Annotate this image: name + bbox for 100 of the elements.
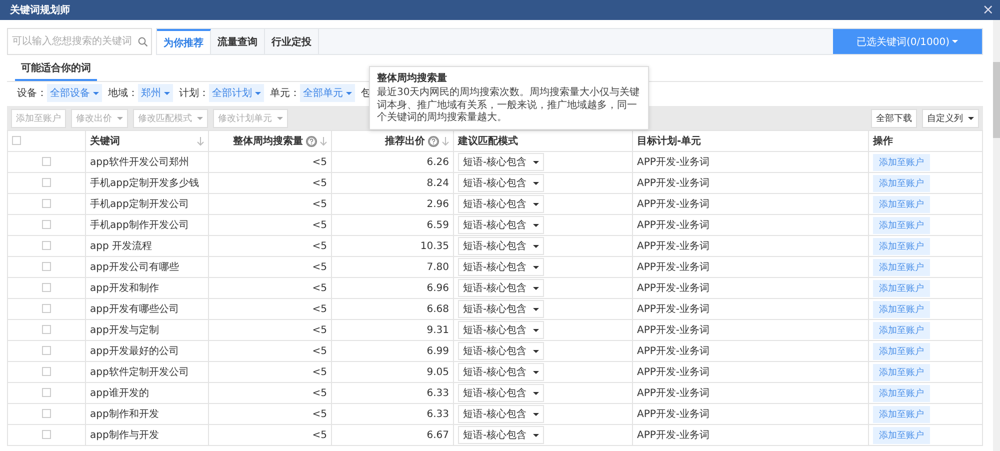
filter-label: 单元： (270, 86, 300, 100)
filter-dropdown[interactable]: 全部单元 (300, 84, 355, 102)
table-cell: app开发和制作 (90, 283, 159, 294)
match-type-dropdown[interactable]: 短语-核心包含 (458, 300, 544, 318)
checkbox[interactable] (42, 388, 51, 398)
table-cell: <5 (312, 408, 327, 420)
table-cell: 6.96 (426, 282, 449, 294)
caret-icon (255, 92, 261, 94)
checkbox[interactable] (42, 220, 51, 230)
add-to-account-button[interactable]: 添加至账户 (873, 238, 930, 254)
caret-icon (532, 370, 539, 374)
column-header: 建议匹配模式 (458, 134, 519, 148)
selected-keywords-button[interactable]: 已选关键词(0/1000) (833, 29, 982, 54)
help-icon[interactable] (428, 136, 439, 146)
table-cell: 6.33 (426, 408, 449, 420)
caret-icon (117, 116, 123, 120)
help-icon[interactable] (306, 136, 317, 146)
add-to-account-button[interactable]: 添加至账户 (873, 342, 930, 360)
table-cell: <5 (312, 240, 327, 252)
search-icon (138, 37, 148, 47)
table-cell: 手机app定制开发多少钱 (90, 178, 199, 189)
table-cell: APP开发-业务词 (637, 241, 710, 252)
table-cell: 6.59 (426, 220, 449, 230)
add-to-account-button[interactable]: 添加至账户 (873, 154, 930, 170)
table-cell: 6.33 (426, 388, 449, 398)
match-type-dropdown[interactable]: 短语-核心包含 (458, 279, 544, 297)
tooltip-title: 整体周均搜索量 (377, 72, 448, 85)
table-cell: <5 (312, 178, 327, 188)
toolbar-button[interactable]: 自定义列 (922, 108, 979, 128)
sort-arrow-icon[interactable] (442, 136, 449, 146)
table-cell: <5 (312, 388, 327, 398)
checkbox[interactable] (42, 325, 51, 334)
toolbar-button[interactable]: 全部下载 (871, 108, 917, 128)
add-to-account-button[interactable]: 添加至账户 (873, 364, 930, 380)
table-cell: APP开发-业务词 (637, 346, 710, 357)
caret-icon (532, 308, 539, 310)
add-to-account-button[interactable]: 添加至账户 (873, 196, 930, 212)
checkbox[interactable] (42, 262, 51, 272)
add-to-account-button[interactable]: 添加至账户 (873, 174, 930, 192)
table-cell: <5 (312, 304, 327, 314)
caret-icon (532, 224, 539, 226)
search-field[interactable]: 可以输入您想搜索的关键词 (7, 28, 152, 55)
add-to-account-button[interactable]: 添加至账户 (873, 406, 930, 422)
table-cell: APP开发-业务词 (637, 178, 710, 189)
checkbox[interactable] (12, 136, 21, 146)
add-to-account-button[interactable]: 添加至账户 (873, 216, 930, 234)
match-type-dropdown[interactable]: 短语-核心包含 (458, 237, 544, 255)
checkbox[interactable] (42, 346, 51, 356)
match-type-dropdown[interactable]: 短语-核心包含 (458, 153, 544, 171)
sort-arrow-icon[interactable] (320, 136, 327, 146)
filter-label: 设备： (17, 87, 47, 100)
add-to-account-button[interactable]: 添加至账户 (873, 258, 930, 276)
match-type-dropdown[interactable]: 短语-核心包含 (458, 384, 544, 402)
match-type-dropdown[interactable]: 短语-核心包含 (458, 216, 544, 234)
table-cell: app制作和开发 (90, 409, 159, 420)
match-type-dropdown[interactable]: 短语-核心包含 (458, 174, 544, 192)
table-cell: 9.31 (426, 324, 449, 336)
table-cell: APP开发-业务词 (637, 430, 710, 441)
table-cell: app开发最好的公司 (90, 346, 179, 357)
checkbox[interactable] (42, 367, 51, 376)
table-cell: app谁开发的 (90, 388, 149, 399)
table-cell: APP开发-业务词 (637, 157, 710, 168)
window-title: 关键词规划师 (10, 4, 70, 17)
checkbox[interactable] (42, 241, 51, 250)
add-to-account-button[interactable]: 添加至账户 (873, 384, 930, 402)
checkbox[interactable] (42, 283, 51, 292)
checkbox[interactable] (42, 157, 51, 166)
table-cell: 9.05 (426, 366, 449, 378)
match-type-dropdown[interactable]: 短语-核心包含 (458, 195, 544, 213)
tooltip-text: 最近30天内网民的周均搜索次数。周均搜索量大小仅与关键词本身、推广地域有关系，一般来说，推广地域越多，同一个关键词的周均搜索量越大。 (377, 87, 641, 124)
table-cell: APP开发-业务词 (637, 409, 710, 420)
match-type-dropdown[interactable]: 短语-核心包含 (458, 321, 544, 339)
checkbox[interactable] (42, 178, 51, 188)
match-type-dropdown[interactable]: 短语-核心包含 (458, 426, 544, 444)
table-cell: app软件定制开发公司 (90, 367, 189, 378)
add-to-account-button[interactable]: 添加至账户 (873, 322, 930, 338)
match-type-dropdown[interactable]: 短语-核心包含 (458, 363, 544, 381)
checkbox[interactable] (42, 199, 51, 208)
table-cell: <5 (312, 346, 327, 356)
sort-arrow-icon[interactable] (197, 136, 204, 146)
filter-dropdown[interactable]: 郑州 (138, 84, 173, 102)
table-cell: 2.96 (426, 198, 449, 210)
tab[interactable]: 为你推荐 (157, 29, 211, 54)
add-to-account-button[interactable]: 添加至账户 (873, 426, 930, 444)
table-cell: 8.24 (426, 178, 449, 188)
filter-dropdown[interactable]: 全部设备 (47, 84, 102, 102)
filter-dropdown[interactable]: 全部计划 (209, 84, 264, 102)
scrollbar[interactable] (993, 20, 1000, 451)
subtab[interactable]: 可能适合你的词 (15, 57, 97, 81)
checkbox[interactable] (42, 409, 51, 418)
checkbox[interactable] (42, 304, 51, 314)
add-to-account-button[interactable]: 添加至账户 (873, 280, 930, 296)
match-type-dropdown[interactable]: 短语-核心包含 (458, 342, 544, 360)
checkbox[interactable] (42, 430, 51, 440)
match-type-dropdown[interactable]: 短语-核心包含 (458, 405, 544, 423)
close-button[interactable]: × (982, 3, 994, 17)
match-type-dropdown[interactable]: 短语-核心包含 (458, 258, 544, 276)
filter-label: 计划： (179, 86, 209, 100)
add-to-account-button[interactable]: 添加至账户 (873, 300, 930, 318)
table-cell: app制作与开发 (90, 430, 159, 441)
